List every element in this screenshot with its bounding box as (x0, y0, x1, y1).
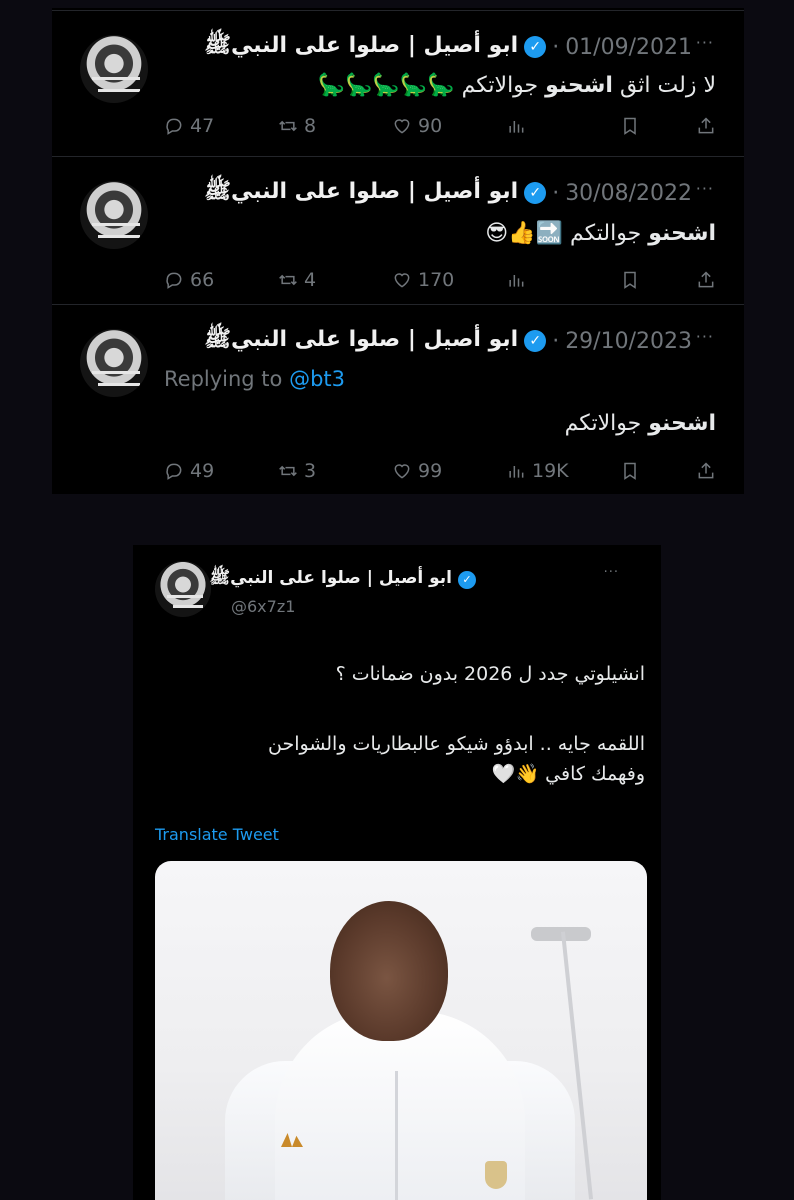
like-button[interactable]: 99 (392, 460, 442, 482)
tweet-feed: ابو أصيل | صلوا على النبيﷺ ✓ · 01/09/202… (52, 8, 744, 494)
share-icon (698, 462, 714, 479)
reply-count: 49 (190, 460, 215, 482)
verified-badge-icon: ✓ (524, 36, 547, 58)
more-options-icon[interactable]: ··· (696, 179, 714, 198)
user-handle[interactable]: @6x7z1 (231, 597, 295, 616)
tweet-text: اشحنو جوالتكم 🔜👍😎 (485, 221, 716, 246)
views-button[interactable]: 19K (506, 460, 569, 482)
like-count: 99 (418, 460, 443, 482)
bookmark-icon (624, 271, 636, 289)
heart-icon (394, 273, 410, 288)
reply-count: 47 (190, 115, 215, 137)
bookmark-icon (624, 462, 636, 480)
like-count: 90 (418, 115, 443, 137)
tweet-header: ابو أصيل | صلوا على النبيﷺ ✓ · 01/09/202… (204, 31, 692, 63)
separator: · (552, 34, 560, 60)
heart-icon (394, 119, 410, 134)
display-name[interactable]: ابو أصيل | صلوا على النبيﷺ (204, 177, 518, 209)
person-face (330, 901, 448, 1041)
verified-badge-icon: ✓ (458, 570, 476, 589)
reply-icon (166, 272, 182, 289)
emoji: 🦕🦕🦕🦕🦕 (317, 73, 455, 98)
views-chart-icon (509, 275, 524, 287)
share-icon (698, 271, 714, 288)
reply-count: 66 (190, 269, 215, 291)
tweet[interactable]: ابو أصيل | صلوا على النبيﷺ ✓ · 30/08/202… (52, 156, 744, 304)
reply-icon (166, 463, 182, 480)
avatar[interactable] (155, 561, 211, 617)
tweet-actions: 49 3 99 19K (164, 457, 722, 485)
retweet-button[interactable]: 4 (278, 269, 316, 291)
tweet[interactable]: ابو أصيل | صلوا على النبيﷺ ✓ · 01/09/202… (52, 10, 744, 156)
display-name[interactable]: ابو أصيل | صلوا على النبيﷺ (210, 567, 452, 592)
more-options-icon[interactable]: ··· (696, 327, 714, 346)
tweet-text-line: اللقمه جايه .. ابدؤو شيكو عالبطاريات وال… (268, 733, 645, 755)
reply-handle-link[interactable]: @bt3 (289, 367, 345, 391)
more-options-icon[interactable]: ··· (604, 565, 619, 580)
separator: · (552, 180, 560, 206)
share-button[interactable] (696, 116, 716, 136)
tweet-text: اشحنو جوالاتكم (564, 411, 716, 436)
avatar[interactable] (80, 35, 148, 103)
retweet-count: 8 (304, 115, 317, 137)
tweet-card[interactable]: ابو أصيل | صلوا على النبيﷺ ✓ @6x7z1 ··· … (133, 545, 661, 1200)
bookmark-button[interactable] (620, 116, 640, 136)
club-crest-icon (485, 1161, 507, 1189)
tweet-date[interactable]: 29/10/2023 (565, 329, 692, 354)
tweet-header: ابو أصيل | صلوا على النبيﷺ ✓ · 29/10/202… (204, 325, 692, 357)
tweet[interactable]: ابو أصيل | صلوا على النبيﷺ ✓ · 29/10/202… (52, 304, 744, 494)
like-count: 170 (418, 269, 455, 291)
views-button[interactable] (506, 116, 532, 136)
reply-button[interactable]: 49 (164, 460, 214, 482)
screenshot-collage: ابو أصيل | صلوا على النبيﷺ ✓ · 01/09/202… (0, 0, 794, 1200)
reply-button[interactable]: 66 (164, 269, 214, 291)
share-icon (698, 117, 714, 134)
retweet-count: 4 (304, 269, 317, 291)
emoji: 🔜👍😎 (485, 221, 563, 246)
bookmark-button[interactable] (620, 461, 640, 481)
tweet-media-image[interactable] (155, 861, 647, 1200)
share-button[interactable] (696, 270, 716, 290)
avatar[interactable] (80, 181, 148, 249)
tweet-date[interactable]: 01/09/2021 (565, 35, 692, 60)
separator: · (552, 328, 560, 354)
more-options-icon[interactable]: ··· (696, 33, 714, 52)
bookmark-icon (624, 117, 636, 135)
verified-badge-icon: ✓ (524, 330, 547, 352)
display-name[interactable]: ابو أصيل | صلوا على النبيﷺ (204, 325, 518, 357)
tweet-text-line: وفهمك كافي 👋🤍 (491, 763, 645, 785)
views-chart-icon (509, 121, 524, 133)
like-button[interactable]: 90 (392, 115, 442, 137)
tweet-text: لا زلت اثق اشحنو جوالاتكم 🦕🦕🦕🦕🦕 (317, 73, 716, 98)
display-name[interactable]: ابو أصيل | صلوا على النبيﷺ (204, 31, 518, 63)
retweet-icon (279, 465, 297, 477)
views-chart-icon (509, 466, 524, 478)
tweet-actions: 66 4 170 (164, 266, 722, 294)
tweet-date[interactable]: 30/08/2022 (565, 181, 692, 206)
like-button[interactable]: 170 (392, 269, 454, 291)
avatar[interactable] (80, 329, 148, 397)
bookmark-button[interactable] (620, 270, 640, 290)
reply-icon (166, 118, 182, 135)
tweet-text-line: انشيلوتي جدد ل 2026 بدون ضمانات ؟ (335, 663, 645, 685)
views-count: 19K (532, 460, 569, 482)
tweet-header: ابو أصيل | صلوا على النبيﷺ ✓ (210, 567, 476, 592)
heart-icon (394, 464, 410, 479)
share-button[interactable] (696, 461, 716, 481)
replying-to: Replying to @bt3 (164, 367, 346, 391)
tweet-header: ابو أصيل | صلوا على النبيﷺ ✓ · 30/08/202… (204, 177, 692, 209)
translate-tweet-link[interactable]: Translate Tweet (155, 825, 279, 844)
retweet-icon (279, 274, 297, 286)
reply-button[interactable]: 47 (164, 115, 214, 137)
retweet-button[interactable]: 3 (278, 460, 316, 482)
retweet-count: 3 (304, 460, 317, 482)
views-button[interactable] (506, 270, 532, 290)
tweet-actions: 47 8 90 (164, 112, 722, 140)
retweet-button[interactable]: 8 (278, 115, 316, 137)
verified-badge-icon: ✓ (524, 182, 547, 204)
retweet-icon (279, 120, 297, 132)
